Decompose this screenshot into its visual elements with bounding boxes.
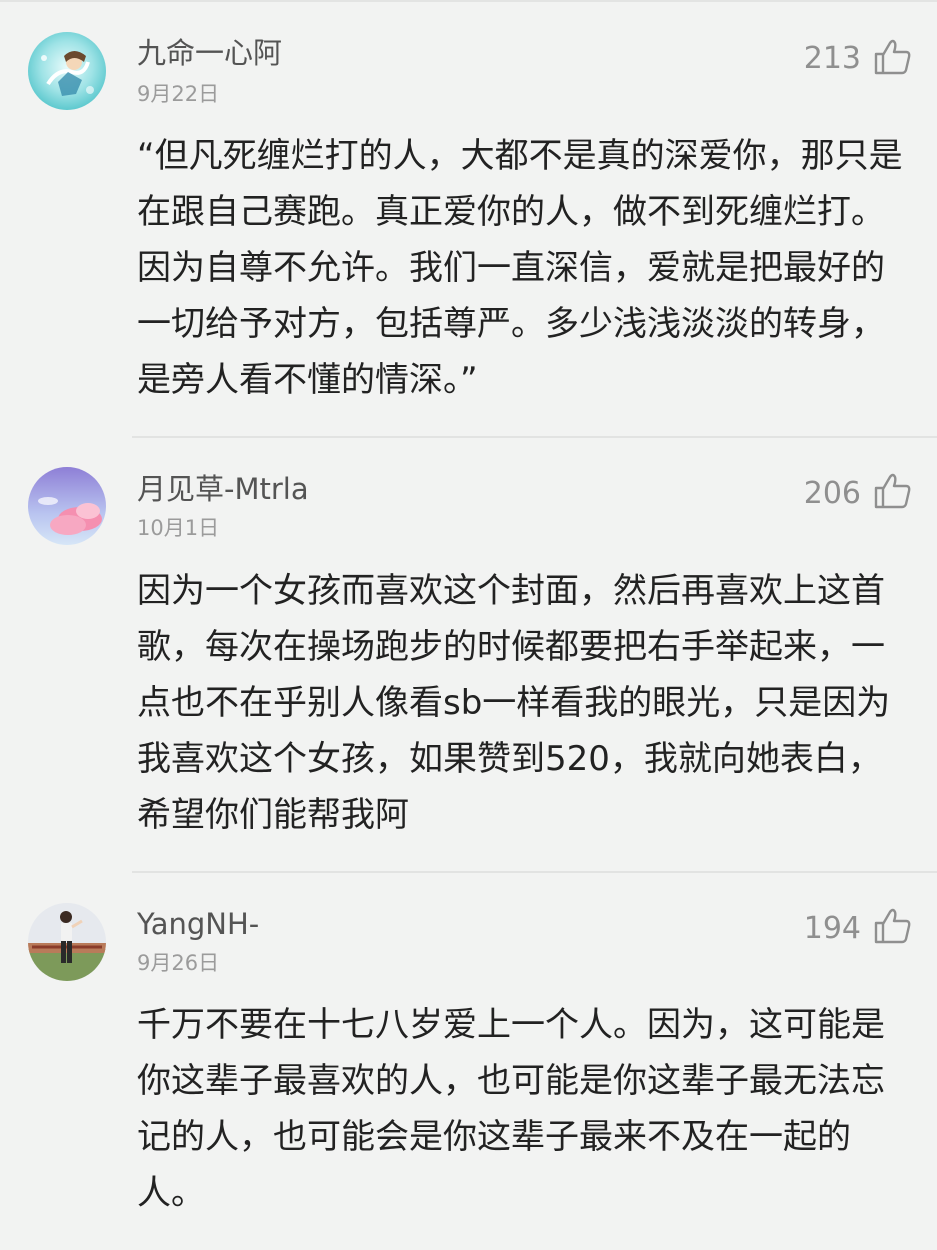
user-avatar[interactable] — [28, 32, 106, 110]
comment-date: 9月26日 — [137, 951, 220, 975]
comment-text: 千万不要在十七八岁爱上一个人。因为，这可能是你这辈子最喜欢的人，也可能是你这辈子… — [137, 1005, 885, 1213]
comment-text: “但凡死缠烂打的人，大都不是真的深爱你，那只是在跟自己赛跑。真正爱你的人，做不到… — [137, 136, 903, 400]
like-count: 206 — [803, 476, 861, 511]
divider — [132, 436, 937, 438]
thumbs-up-icon[interactable] — [873, 38, 911, 76]
top-divider — [0, 0, 937, 2]
thumbs-up-icon[interactable] — [873, 907, 911, 945]
like-count: 213 — [803, 41, 861, 76]
user-avatar[interactable] — [28, 903, 106, 981]
comment-text: 因为一个女孩而喜欢这个封面，然后再喜欢上这首歌，每次在操场跑步的时候都要把右手举… — [137, 571, 891, 835]
divider — [132, 871, 937, 873]
like-count: 194 — [803, 911, 861, 946]
thumbs-up-icon[interactable] — [873, 472, 911, 510]
comment-date: 10月1日 — [137, 516, 220, 540]
user-avatar[interactable] — [28, 467, 106, 545]
username[interactable]: 九命一心阿 — [137, 35, 282, 71]
username[interactable]: YangNH- — [137, 906, 259, 942]
comment-date: 9月22日 — [137, 82, 220, 106]
username[interactable]: 月见草-Mtrla — [137, 471, 309, 507]
